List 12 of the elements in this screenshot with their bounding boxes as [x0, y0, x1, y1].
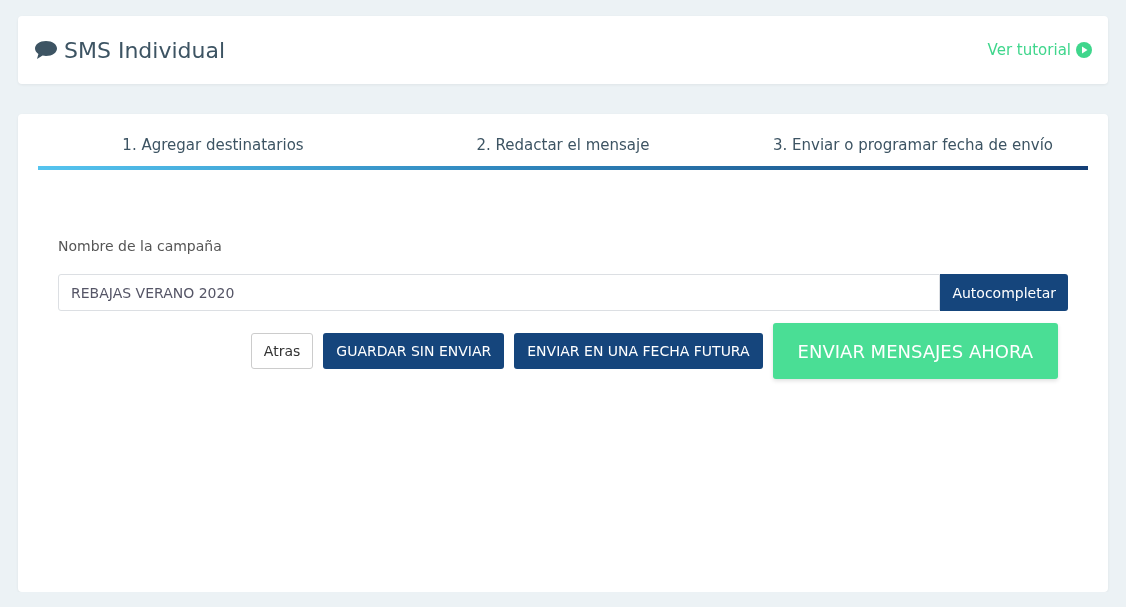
play-icon — [1076, 42, 1092, 58]
field-label: Nombre de la campaña — [58, 238, 223, 254]
campaign-name-field[interactable]: REBAJAS VERANO 2020 — [58, 274, 941, 311]
step-tab[interactable]: 2. Redactar el mensaje — [388, 136, 738, 158]
action-button[interactable]: ENVIAR EN UNA FECHA FUTURA — [514, 333, 763, 369]
step-tab[interactable]: 3. Enviar o programar fecha de envío — [738, 136, 1088, 158]
speech-bubble-icon — [34, 40, 58, 60]
autocomplete-button[interactable]: Autocompletar — [940, 274, 1068, 311]
action-button[interactable]: GUARDAR SIN ENVIAR — [323, 333, 505, 369]
page-title: SMS Individual — [64, 37, 226, 63]
step-tab[interactable]: 1. Agregar destinatarios — [38, 136, 388, 158]
back-button[interactable]: Atras — [250, 333, 314, 369]
